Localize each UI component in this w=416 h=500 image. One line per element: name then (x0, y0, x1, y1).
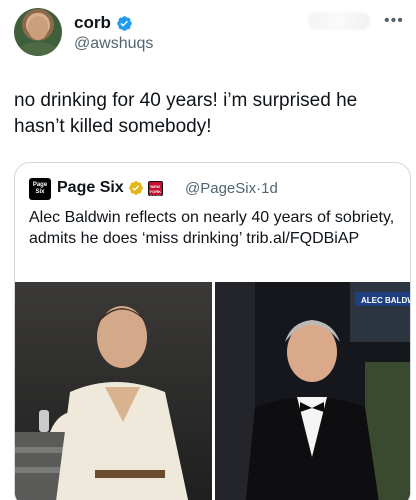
quote-meta: @PageSix·1d (185, 180, 278, 197)
redacted-area (308, 12, 370, 30)
tweet-text: no drinking for 40 years! i’m surprised … (14, 90, 358, 137)
quote-handle[interactable]: @PageSix (185, 180, 256, 197)
quote-text: Alec Baldwin reflects on nearly 40 years… (29, 209, 395, 247)
author-name-row[interactable]: corb (74, 13, 133, 33)
author-avatar[interactable] (14, 8, 62, 56)
author-name[interactable]: corb (74, 13, 111, 33)
quoted-tweet-card[interactable]: Page Six Page Six NEW YORK POST @PageSix·1d… (14, 162, 411, 500)
quote-name-row[interactable]: Page Six NEW YORK POST (57, 179, 163, 199)
banner-text: ALEC BALDWIN (361, 296, 411, 305)
quote-time[interactable]: 1d (261, 180, 278, 197)
verified-badge-icon (117, 15, 132, 31)
gold-verified-badge-icon (128, 181, 143, 195)
photo-older-alec-baldwin[interactable]: ALEC BALDWIN (215, 282, 411, 500)
author-handle[interactable]: @awshuqs (74, 35, 153, 53)
page-six-logo-icon[interactable]: Page Six (29, 178, 51, 200)
photo-young-alec-baldwin[interactable] (15, 282, 212, 500)
new-york-post-affiliate-icon: NEW YORK POST (147, 180, 163, 199)
more-icon[interactable]: ••• (384, 12, 404, 30)
quote-author-name[interactable]: Page Six (57, 179, 124, 197)
photo-grid: ALEC BALDWIN (15, 282, 411, 500)
